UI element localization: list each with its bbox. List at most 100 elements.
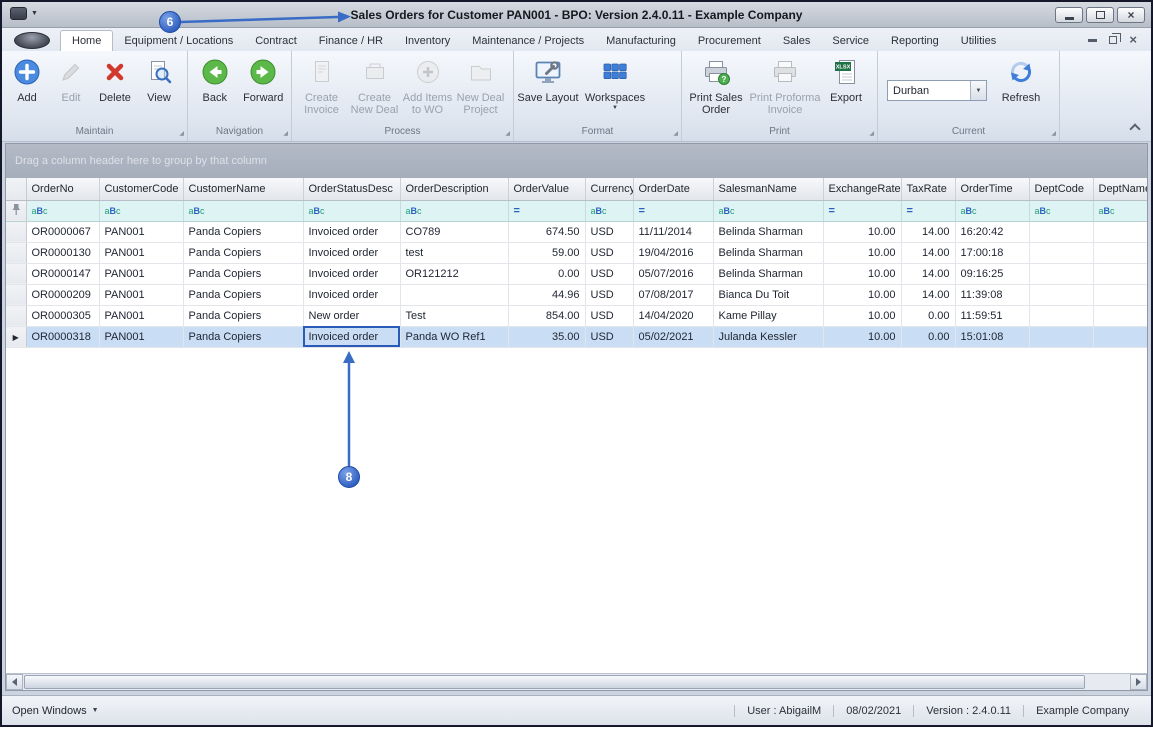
cell-taxrate[interactable]: 14.00 (901, 284, 955, 305)
close-button[interactable]: × (1117, 7, 1145, 23)
column-header-orderno[interactable]: OrderNo (26, 178, 99, 200)
cell-orderdate[interactable]: 11/11/2014 (633, 221, 713, 242)
cell-orderstatusdesc[interactable]: Invoiced order (303, 221, 400, 242)
cell-ordertime[interactable]: 11:39:08 (955, 284, 1029, 305)
add-button[interactable]: Add (5, 54, 49, 127)
print-sales-order-button[interactable]: ? Print Sales Order (685, 54, 747, 127)
cell-exchangerate[interactable]: 10.00 (823, 326, 901, 347)
filter-cell-ordertime[interactable]: aBc (955, 200, 1029, 221)
ribbon-close-icon[interactable]: × (1129, 35, 1137, 45)
scroll-left-button[interactable] (6, 674, 23, 690)
filter-cell-orderno[interactable]: aBc (26, 200, 99, 221)
cell-ordervalue[interactable]: 44.96 (508, 284, 585, 305)
table-row[interactable]: OR0000209PAN001Panda CopiersInvoiced ord… (6, 284, 1147, 305)
cell-deptname[interactable] (1093, 305, 1147, 326)
column-header-currency[interactable]: Currency (585, 178, 633, 200)
cell-taxrate[interactable]: 14.00 (901, 263, 955, 284)
application-menu-icon[interactable] (14, 32, 50, 49)
scrollbar-thumb[interactable] (24, 675, 1085, 689)
create-new-deal-button[interactable]: Create New Deal (348, 54, 401, 127)
group-dialog-launcher-icon[interactable]: ◢ (505, 131, 510, 137)
cell-orderdate[interactable]: 05/07/2016 (633, 263, 713, 284)
cell-ordertime[interactable]: 09:16:25 (955, 263, 1029, 284)
tab-contract[interactable]: Contract (244, 31, 308, 51)
cell-currency[interactable]: USD (585, 305, 633, 326)
cell-orderstatusdesc[interactable]: Invoiced order (303, 284, 400, 305)
group-dialog-launcher-icon[interactable]: ◢ (179, 131, 184, 137)
back-button[interactable]: Back (191, 54, 239, 127)
collapse-ribbon-icon[interactable] (1129, 123, 1140, 134)
column-header-taxrate[interactable]: TaxRate (901, 178, 955, 200)
cell-customername[interactable]: Panda Copiers (183, 221, 303, 242)
table-row[interactable]: OR0000067PAN001Panda CopiersInvoiced ord… (6, 221, 1147, 242)
view-button[interactable]: View (137, 54, 181, 127)
cell-orderdate[interactable]: 14/04/2020 (633, 305, 713, 326)
cell-orderdate[interactable]: 07/08/2017 (633, 284, 713, 305)
cell-ordervalue[interactable]: 854.00 (508, 305, 585, 326)
cell-ordervalue[interactable]: 0.00 (508, 263, 585, 284)
cell-orderstatusdesc[interactable]: Invoiced order (303, 263, 400, 284)
cell-orderdescription[interactable]: test (400, 242, 508, 263)
maximize-button[interactable] (1086, 7, 1114, 23)
cell-currency[interactable]: USD (585, 326, 633, 347)
cell-exchangerate[interactable]: 10.00 (823, 221, 901, 242)
cell-currency[interactable]: USD (585, 221, 633, 242)
workspaces-button[interactable]: Workspaces ▼ (579, 54, 651, 127)
cell-ordervalue[interactable]: 59.00 (508, 242, 585, 263)
group-dialog-launcher-icon[interactable]: ◢ (283, 131, 288, 137)
column-header-ordervalue[interactable]: OrderValue (508, 178, 585, 200)
filter-cell-deptname[interactable]: aBc (1093, 200, 1147, 221)
table-row[interactable]: OR0000130PAN001Panda CopiersInvoiced ord… (6, 242, 1147, 263)
create-invoice-button[interactable]: Create Invoice (295, 54, 348, 127)
column-header-deptcode[interactable]: DeptCode (1029, 178, 1093, 200)
delete-button[interactable]: Delete (93, 54, 137, 127)
ribbon-restore-icon[interactable] (1109, 36, 1117, 44)
column-header-orderstatusdesc[interactable]: OrderStatusDesc (303, 178, 400, 200)
new-deal-project-button[interactable]: New Deal Project (454, 54, 507, 127)
tab-maintenance-projects[interactable]: Maintenance / Projects (461, 31, 595, 51)
cell-customername[interactable]: Panda Copiers (183, 263, 303, 284)
tab-reporting[interactable]: Reporting (880, 31, 950, 51)
tab-finance-hr[interactable]: Finance / HR (308, 31, 394, 51)
cell-taxrate[interactable]: 14.00 (901, 242, 955, 263)
filter-cell-taxrate[interactable]: = (901, 200, 955, 221)
cell-deptname[interactable] (1093, 284, 1147, 305)
cell-currency[interactable]: USD (585, 242, 633, 263)
cell-customercode[interactable]: PAN001 (99, 263, 183, 284)
cell-customername[interactable]: Panda Copiers (183, 242, 303, 263)
cell-salesmanname[interactable]: Belinda Sharman (713, 263, 823, 284)
minimize-button[interactable] (1055, 7, 1083, 23)
cell-orderdate[interactable]: 05/02/2021 (633, 326, 713, 347)
cell-deptcode[interactable] (1029, 305, 1093, 326)
cell-orderdescription[interactable]: CO789 (400, 221, 508, 242)
cell-exchangerate[interactable]: 10.00 (823, 242, 901, 263)
filter-cell-orderdate[interactable]: = (633, 200, 713, 221)
open-windows-button[interactable]: Open Windows ▼ (12, 705, 99, 717)
cell-orderstatusdesc[interactable]: Invoiced order (303, 326, 400, 347)
cell-ordertime[interactable]: 16:20:42 (955, 221, 1029, 242)
cell-deptcode[interactable] (1029, 242, 1093, 263)
cell-orderdescription[interactable]: Panda WO Ref1 (400, 326, 508, 347)
branch-select[interactable]: Durban ▼ (887, 80, 987, 101)
cell-deptname[interactable] (1093, 263, 1147, 284)
cell-orderno[interactable]: OR0000130 (26, 242, 99, 263)
cell-orderdate[interactable]: 19/04/2016 (633, 242, 713, 263)
print-proforma-invoice-button[interactable]: Print Proforma Invoice (747, 54, 823, 127)
tab-service[interactable]: Service (821, 31, 880, 51)
table-row[interactable]: ▶OR0000318PAN001Panda CopiersInvoiced or… (6, 326, 1147, 347)
cell-orderdescription[interactable]: Test (400, 305, 508, 326)
cell-deptcode[interactable] (1029, 263, 1093, 284)
cell-orderno[interactable]: OR0000209 (26, 284, 99, 305)
horizontal-scrollbar[interactable] (6, 673, 1147, 690)
column-header-orderdate[interactable]: OrderDate (633, 178, 713, 200)
cell-currency[interactable]: USD (585, 263, 633, 284)
cell-deptname[interactable] (1093, 326, 1147, 347)
tab-sales[interactable]: Sales (772, 31, 822, 51)
edit-button[interactable]: Edit (49, 54, 93, 127)
forward-button[interactable]: Forward (239, 54, 288, 127)
filter-cell-customercode[interactable]: aBc (99, 200, 183, 221)
column-header-exchangerate[interactable]: ExchangeRate (823, 178, 901, 200)
cell-customercode[interactable]: PAN001 (99, 305, 183, 326)
tab-equipment-locations[interactable]: Equipment / Locations (113, 31, 244, 51)
filter-cell-currency[interactable]: aBc (585, 200, 633, 221)
